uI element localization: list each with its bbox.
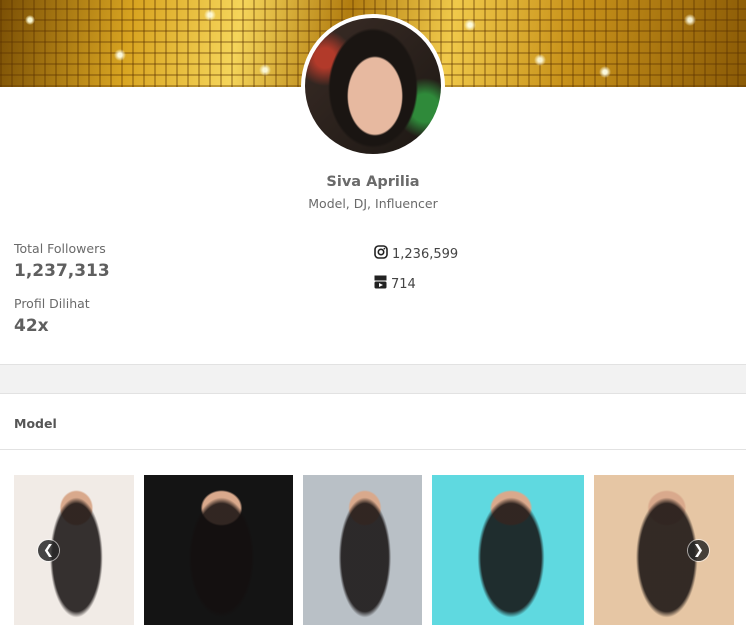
instagram-count: 1,236,599 [392,246,459,262]
avatar-photo [305,18,441,154]
views-label: Profil Dilihat [14,296,90,311]
gallery-photo[interactable] [144,475,293,625]
gallery-photo[interactable] [594,475,734,625]
youtube-count: 714 [391,276,416,292]
total-followers-value: 1,237,313 [14,261,110,281]
divider [0,449,746,450]
section-title-model: Model [14,416,57,431]
avatar [301,14,445,158]
instagram-stat[interactable]: 1,236,599 [374,245,458,263]
instagram-icon [374,245,388,263]
profile-name: Siva Aprilia [326,174,420,190]
total-followers-label: Total Followers [14,241,106,256]
views-value: 42x [14,316,49,336]
arrow-right-icon[interactable]: ❯ [688,540,709,561]
youtube-icon [374,275,387,293]
arrow-left-icon[interactable]: ❮ [38,540,59,561]
divider [0,393,746,394]
profile-subtitle: Model, DJ, Influencer [308,196,438,211]
gallery-photo[interactable] [432,475,584,625]
youtube-stat[interactable]: 714 [374,275,416,293]
section-spacer [0,365,746,393]
gallery-photo[interactable] [14,475,134,625]
gallery-photo[interactable] [303,475,422,625]
